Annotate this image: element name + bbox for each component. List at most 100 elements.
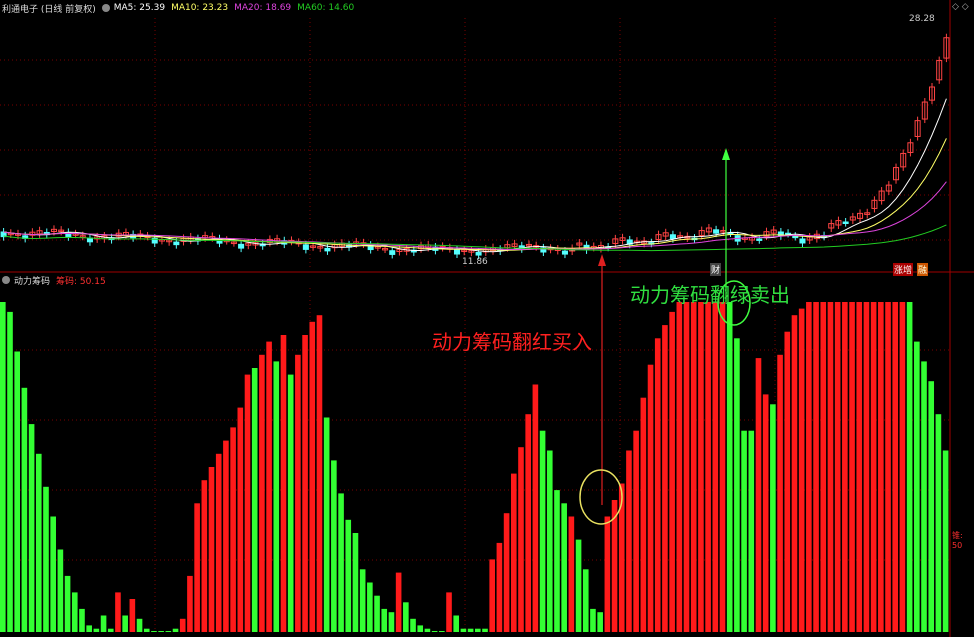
top-grid	[0, 18, 950, 270]
indicator-bar	[597, 612, 603, 632]
indicator-bar	[575, 539, 582, 632]
indicator-bar	[223, 440, 229, 632]
indicator-bar	[237, 407, 244, 632]
indicator-bar	[705, 302, 711, 632]
indicator-bar	[410, 618, 416, 632]
indicator-bar	[453, 615, 460, 632]
indicator-bar	[798, 308, 805, 632]
price-panel-header: 利通电子 (日线 前复权) MA5: 25.39 MA10: 23.23 MA2…	[0, 0, 354, 16]
indicator-bar	[244, 374, 251, 632]
indicator-bar	[942, 450, 949, 632]
indicator-bar	[755, 358, 762, 632]
indicator-bar	[863, 302, 870, 632]
indicator-bar	[870, 302, 877, 632]
indicator-bar	[856, 302, 863, 632]
indicator-bar	[633, 430, 639, 632]
indicator-value-label: 筹码: 50.15	[56, 276, 106, 287]
indicator-bar	[532, 384, 539, 632]
indicator-bar	[215, 453, 222, 632]
indicator-bar	[827, 302, 834, 632]
indicator-bar	[86, 625, 92, 632]
indicator-bar	[806, 302, 812, 632]
indicator-bar	[561, 503, 567, 632]
indicator-title[interactable]: 动力筹码	[14, 274, 50, 287]
indicator-bar	[208, 467, 215, 632]
indicator-bar	[604, 516, 611, 632]
indicator-bar	[367, 582, 373, 632]
ma5-label: MA5: 25.39	[113, 3, 166, 13]
candle-body	[756, 238, 763, 241]
ma10-line	[3, 138, 947, 251]
settings-circle-icon[interactable]	[101, 4, 110, 12]
indicator-bar	[7, 311, 13, 632]
stock-title[interactable]: 利通电子 (日线 前复权)	[2, 2, 96, 15]
indicator-bar	[539, 430, 546, 632]
indicator-bar	[647, 364, 654, 632]
ma60-label: MA60: 14.60	[297, 3, 355, 13]
indicator-bar	[582, 569, 589, 632]
indicator-bar	[338, 493, 344, 632]
indicator-bar	[417, 625, 424, 632]
indicator-bar	[280, 335, 287, 632]
candle-body	[799, 238, 806, 244]
badge-shan[interactable]: 融	[917, 263, 929, 276]
right-diamond-icons[interactable]: ◇ ◇	[952, 2, 969, 12]
moving-average-lines	[3, 98, 947, 253]
low-price-label: 11.86	[462, 257, 488, 267]
badge-zhangting[interactable]: 涨增	[893, 263, 914, 276]
candle-body	[475, 251, 482, 256]
indicator-bar	[489, 559, 495, 632]
indicator-bar	[21, 387, 28, 632]
indicator-bar	[295, 354, 301, 632]
indicator-bar	[921, 361, 927, 632]
stock-chart[interactable]	[0, 0, 974, 637]
candle-body	[302, 244, 309, 250]
indicator-bar	[331, 460, 337, 632]
indicator-bar	[446, 592, 452, 632]
indicator-bar	[546, 450, 553, 632]
ma5-line	[3, 98, 947, 253]
indicator-bar	[100, 615, 107, 632]
indicator-bar	[352, 533, 359, 632]
indicator-bar	[762, 394, 769, 632]
indicator-bar	[424, 628, 431, 632]
indicator-bar	[201, 480, 208, 632]
indicator-bar	[813, 302, 819, 632]
indicator-bar	[251, 368, 258, 632]
indicator-settings-icon[interactable]	[2, 276, 10, 284]
indicator-bar	[525, 414, 531, 632]
ma10-label: MA10: 23.23	[171, 3, 229, 13]
indicator-bar	[885, 302, 891, 632]
indicator-bar	[683, 302, 690, 632]
buy-signal-circle	[579, 469, 623, 525]
indicator-bar	[316, 315, 323, 632]
indicator-bar	[71, 592, 78, 632]
indicator-bar	[0, 302, 6, 632]
indicator-bar	[892, 302, 899, 632]
indicator-bar	[273, 361, 280, 632]
indicator-bar	[172, 628, 179, 632]
candle-body	[453, 249, 461, 255]
indicator-bar	[460, 628, 467, 632]
indicator-bar	[618, 483, 625, 632]
indicator-bar	[734, 338, 740, 632]
indicator-bar	[849, 302, 855, 632]
candle-body	[173, 241, 180, 246]
indicator-bar	[698, 302, 704, 632]
buy-arrow-head	[598, 254, 606, 266]
indicator-bar	[345, 519, 352, 632]
indicator-bar	[129, 599, 136, 632]
indicator-bar	[388, 612, 395, 632]
indicator-bar	[820, 302, 827, 632]
badge-cai[interactable]: 财	[710, 263, 722, 276]
indicator-bar	[482, 628, 488, 632]
indicator-bar	[374, 595, 380, 632]
indicator-bar	[510, 473, 517, 632]
indicator-bar	[395, 572, 402, 632]
indicator-bar	[179, 618, 186, 632]
candle-body	[324, 247, 331, 252]
indicator-bar	[14, 351, 20, 632]
indicator-bar	[43, 486, 49, 632]
indicator-bar	[626, 450, 632, 632]
indicator-bar	[287, 374, 294, 632]
